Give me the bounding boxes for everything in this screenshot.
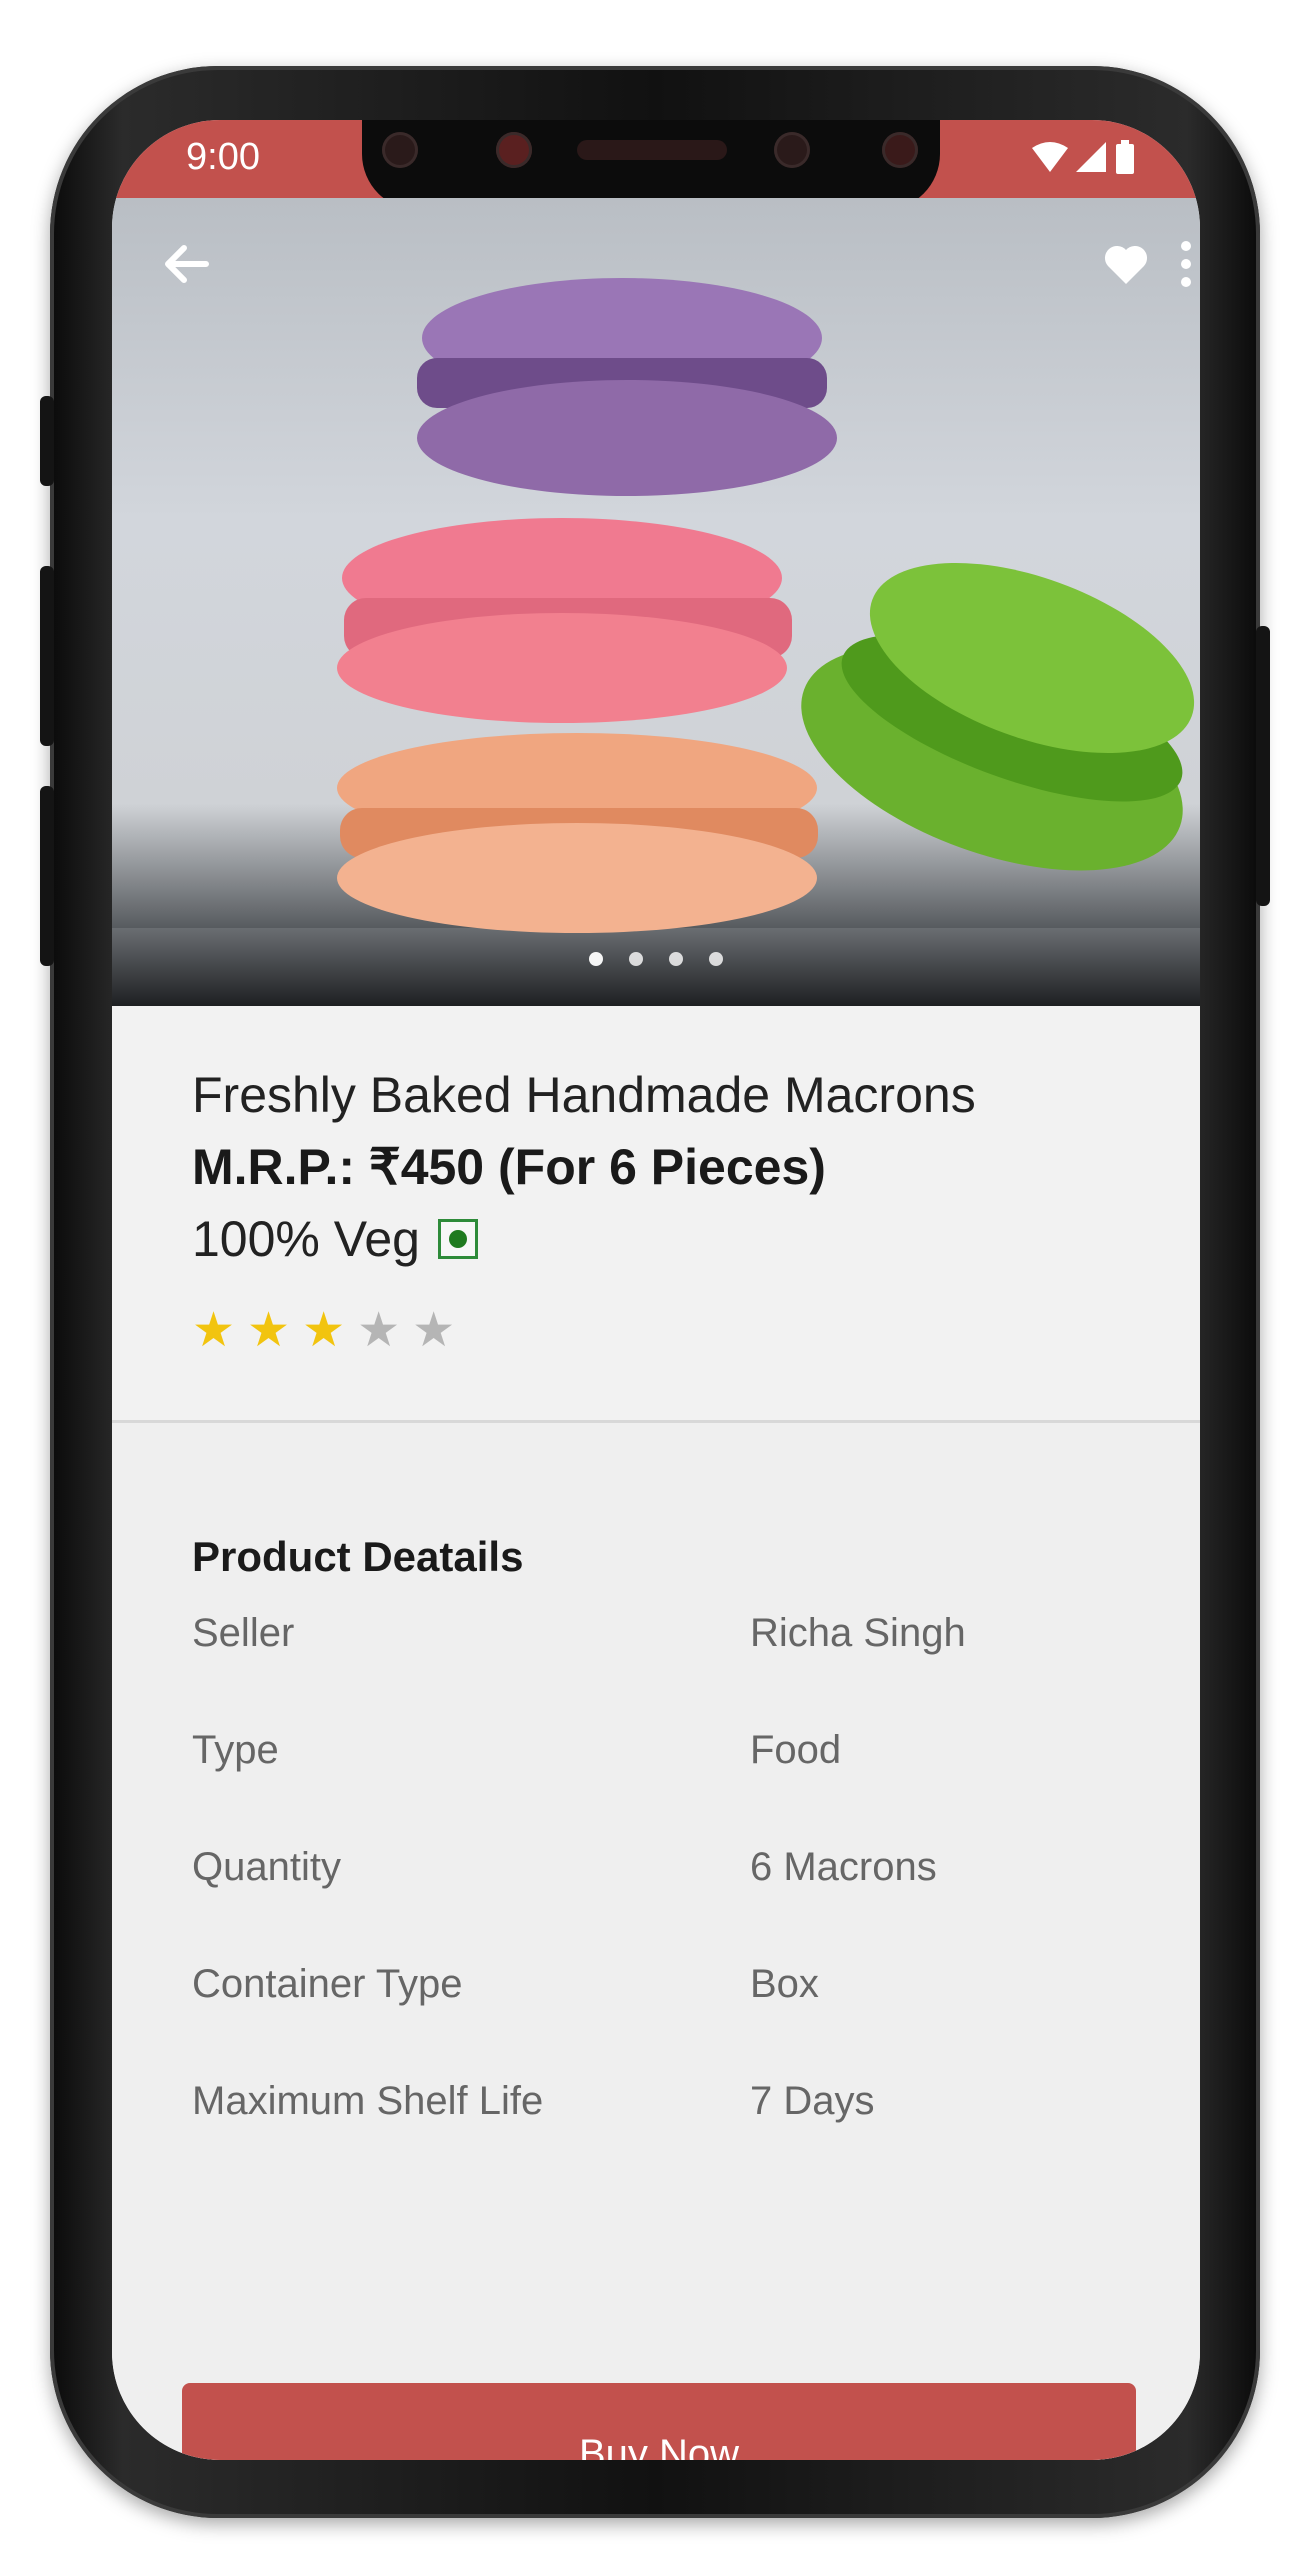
arrow-left-icon bbox=[165, 245, 209, 283]
details-row-label: Seller bbox=[192, 1611, 295, 1655]
star-filled-icon[interactable]: ★ bbox=[192, 1302, 235, 1358]
details-row-type: Type Food bbox=[192, 1728, 1152, 1788]
veg-indicator-icon bbox=[437, 1219, 478, 1259]
power-button bbox=[1256, 626, 1270, 906]
status-time: 9:00 bbox=[186, 136, 260, 178]
star-filled-icon[interactable]: ★ bbox=[247, 1302, 290, 1358]
carousel-dot[interactable] bbox=[629, 952, 643, 966]
product-info: Freshly Baked Handmade Macrons M.R.P.: ₹… bbox=[112, 1006, 1200, 1420]
sensor-icon bbox=[882, 132, 918, 168]
star-filled-icon[interactable]: ★ bbox=[302, 1302, 345, 1358]
back-button[interactable] bbox=[156, 234, 216, 294]
veg-label-row: 100% Veg bbox=[192, 1210, 478, 1268]
product-details: Product Deatails Seller Richa Singh Type… bbox=[112, 1423, 1200, 2460]
rating-stars[interactable]: ★ ★ ★ ★ ★ bbox=[192, 1302, 455, 1358]
mute-switch bbox=[40, 396, 54, 486]
details-row-value: 7 Days bbox=[750, 2079, 875, 2123]
details-row-label: Container Type bbox=[192, 1962, 463, 2006]
volume-down-button bbox=[40, 786, 54, 966]
favorite-button[interactable] bbox=[1096, 234, 1156, 294]
carousel-dot[interactable] bbox=[709, 952, 723, 966]
veg-label: 100% Veg bbox=[192, 1211, 420, 1267]
carousel-dot[interactable] bbox=[669, 952, 683, 966]
earpiece-speaker bbox=[577, 140, 727, 160]
details-row-shelf-life: Maximum Shelf Life 7 Days bbox=[192, 2079, 1152, 2139]
front-camera-icon bbox=[496, 132, 532, 168]
details-row-seller: Seller Richa Singh bbox=[192, 1611, 1152, 1671]
details-row-quantity: Quantity 6 Macrons bbox=[192, 1845, 1152, 1905]
details-row-value: 6 Macrons bbox=[750, 1845, 937, 1889]
details-heading: Product Deatails bbox=[192, 1533, 524, 1580]
wifi-icon bbox=[1032, 142, 1068, 172]
carousel-indicator bbox=[112, 952, 1200, 966]
status-icons bbox=[1032, 140, 1134, 174]
product-price: M.R.P.: ₹450 (For 6 Pieces) bbox=[192, 1139, 826, 1195]
details-row-label: Type bbox=[192, 1728, 279, 1772]
more-vertical-icon bbox=[1181, 241, 1191, 287]
details-row-value: Food bbox=[750, 1728, 842, 1772]
buy-now-button[interactable]: Buy Now bbox=[182, 2383, 1136, 2460]
details-row-label: Quantity bbox=[192, 1845, 341, 1889]
battery-icon bbox=[1116, 140, 1134, 174]
macarons-image bbox=[112, 278, 1200, 1006]
sensor-icon bbox=[774, 132, 810, 168]
volume-up-button bbox=[40, 566, 54, 746]
product-image-carousel[interactable] bbox=[112, 198, 1200, 1006]
sensor-icon bbox=[382, 132, 418, 168]
star-empty-icon[interactable]: ★ bbox=[357, 1302, 400, 1358]
heart-icon bbox=[1104, 245, 1148, 284]
details-row-value: Richa Singh bbox=[750, 1611, 966, 1655]
details-row-container-type: Container Type Box bbox=[192, 1962, 1152, 2022]
product-title: Freshly Baked Handmade Macrons bbox=[192, 1067, 976, 1123]
star-empty-icon[interactable]: ★ bbox=[412, 1302, 455, 1358]
more-options-button[interactable] bbox=[1172, 234, 1200, 294]
screen: 9:00 Freshly Baked Handmade Macrons M.R.… bbox=[112, 120, 1200, 2460]
carousel-dot-active[interactable] bbox=[589, 952, 603, 966]
signal-icon bbox=[1076, 142, 1106, 172]
details-row-label: Maximum Shelf Life bbox=[192, 2079, 544, 2123]
notch bbox=[362, 120, 940, 210]
details-row-value: Box bbox=[750, 1962, 819, 2006]
